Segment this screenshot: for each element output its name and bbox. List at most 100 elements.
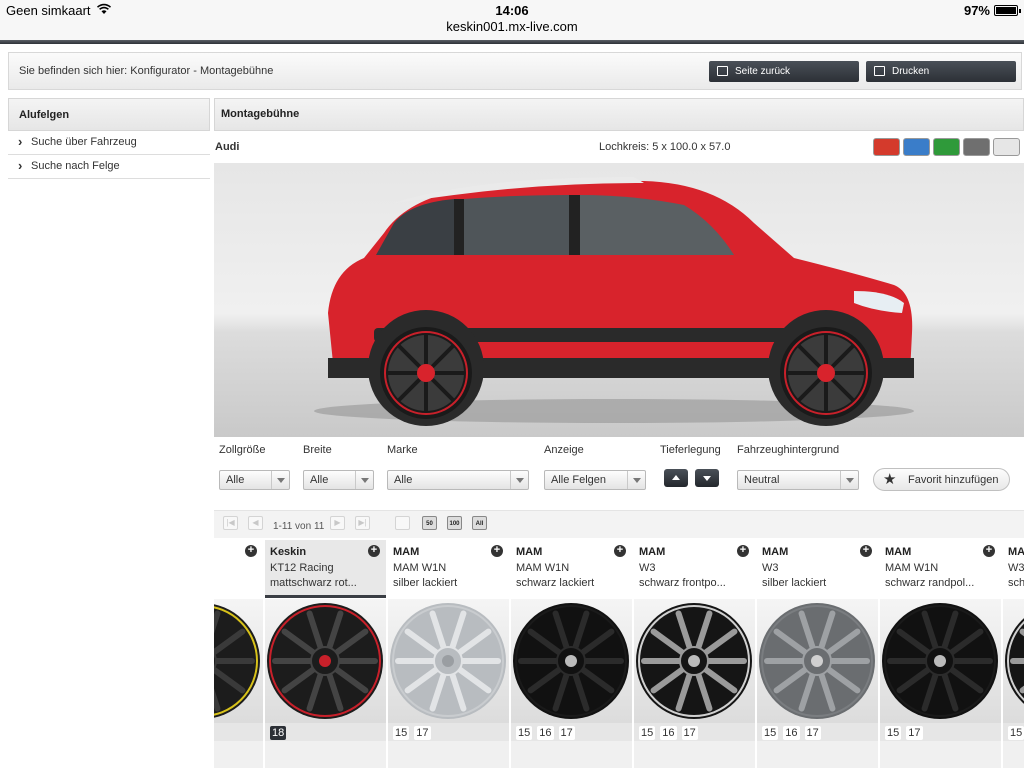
add-compare-icon[interactable]: +: [491, 545, 503, 557]
rim-card-header: MAW3sch+: [1003, 540, 1024, 598]
list-view-button[interactable]: [395, 516, 410, 530]
rim-image[interactable]: [1003, 599, 1024, 723]
add-compare-icon[interactable]: +: [368, 545, 380, 557]
rim-size-badge[interactable]: 17: [558, 726, 575, 740]
rim-card-header: MAM MAM W1N schwarz lackiert +: [511, 540, 632, 598]
hintergrund-select[interactable]: Neutral: [737, 470, 859, 490]
zollgroesse-value: Alle: [226, 474, 245, 486]
first-page-button[interactable]: |◀: [223, 516, 238, 530]
rim-image[interactable]: [880, 599, 1001, 723]
marke-value: Alle: [394, 474, 413, 486]
rim-model: MAM W1N: [516, 562, 570, 574]
rim-brand: MA: [1008, 546, 1024, 558]
filter-label-marke: Marke: [387, 444, 418, 456]
add-favorite-button[interactable]: ★ Favorit hinzufügen: [873, 468, 1010, 491]
print-button-label: Drucken: [892, 66, 930, 77]
rim-image[interactable]: [214, 599, 263, 723]
rim-card-header: MAM MAM W1N silber lackiert +: [388, 540, 509, 598]
zollgroesse-select[interactable]: Alle: [219, 470, 290, 490]
rim-finish: silber lackiert: [762, 577, 827, 589]
sidebar: Alufelgen Suche über Fahrzeug Suche nach…: [8, 98, 210, 179]
rim-size-badge[interactable]: 17: [414, 726, 431, 740]
rim-size-badge[interactable]: 16: [660, 726, 677, 740]
rim-finish: sch: [1008, 577, 1024, 589]
rim-model: W3: [639, 562, 656, 574]
rim-finish: silber lackiert: [393, 577, 458, 589]
lower-up-button[interactable]: [664, 469, 688, 487]
address-bar-url[interactable]: keskin001.mx-live.com: [0, 19, 1024, 34]
rim-image[interactable]: [388, 599, 509, 723]
chevron-down-icon: [510, 471, 528, 489]
rim-model: W3: [762, 562, 779, 574]
filter-label-tieferlegung: Tieferlegung: [660, 444, 721, 456]
rim-image[interactable]: [511, 599, 632, 723]
color-swatch-white[interactable]: [993, 138, 1020, 156]
rim-size-badge[interactable]: 17: [906, 726, 923, 740]
rim-card[interactable]: MAW3sch+ 15: [1003, 540, 1024, 768]
color-swatch-green[interactable]: [933, 138, 960, 156]
rim-card[interactable]: MAM MAM W1N schwarz randpol... +15 17: [880, 540, 1001, 768]
rim-size-badge[interactable]: 15: [393, 726, 410, 740]
rim-finish: schwarz lackiert: [516, 577, 595, 589]
rim-sizes: [214, 723, 263, 741]
rim-image[interactable]: [757, 599, 878, 723]
rim-finish: schwarz randpol...: [885, 577, 975, 589]
lower-down-button[interactable]: [695, 469, 719, 487]
rim-image[interactable]: [265, 599, 386, 723]
rim-size-badge[interactable]: 17: [804, 726, 821, 740]
rim-size-badge[interactable]: 15: [762, 726, 779, 740]
sidebar-item-vehicle-search[interactable]: Suche über Fahrzeug: [8, 130, 210, 155]
next-page-button[interactable]: ▶: [330, 516, 345, 530]
anzeige-value: Alle Felgen: [551, 474, 607, 486]
rim-card[interactable]: MAM W3 schwarz frontpo... +15 16 17: [634, 540, 755, 768]
add-compare-icon[interactable]: +: [245, 545, 257, 557]
print-button[interactable]: Drucken: [866, 61, 1016, 82]
rim-card[interactable]: MAM MAM W1N schwarz lackiert +15 16 17: [511, 540, 632, 768]
page-size-100[interactable]: 100: [447, 516, 462, 530]
rim-card-footer: [265, 741, 386, 768]
add-compare-icon[interactable]: +: [860, 545, 872, 557]
marke-select[interactable]: Alle: [387, 470, 529, 490]
rim-sizes: 15 16 17: [757, 723, 878, 741]
rim-brand: MAM: [885, 546, 912, 558]
add-compare-icon[interactable]: +: [614, 545, 626, 557]
rim-card[interactable]: MAM MAM W1N silber lackiert +15 17: [388, 540, 509, 768]
rim-card-footer: [214, 741, 263, 768]
page-size-50[interactable]: 50: [422, 516, 437, 530]
car-image: [314, 177, 914, 426]
filter-label-hintergrund: Fahrzeughintergrund: [737, 444, 840, 456]
prev-page-button[interactable]: ◀: [248, 516, 263, 530]
page-size-all[interactable]: All: [472, 516, 487, 530]
color-swatch-red[interactable]: [873, 138, 900, 156]
filter-label-anzeige: Anzeige: [544, 444, 584, 456]
rim-size-badge[interactable]: 15: [516, 726, 533, 740]
add-compare-icon[interactable]: +: [737, 545, 749, 557]
breite-select[interactable]: Alle: [303, 470, 374, 490]
rim-size-badge[interactable]: 15: [639, 726, 656, 740]
add-compare-icon[interactable]: +: [983, 545, 995, 557]
rim-card[interactable]: Keskin KT12 Racing mattschwarz rot... +18: [265, 540, 386, 768]
front-wheel: [380, 327, 472, 419]
color-swatch-blue[interactable]: [903, 138, 930, 156]
rim-size-badge[interactable]: 17: [681, 726, 698, 740]
rim-sizes: 15 16 17: [511, 723, 632, 741]
back-button[interactable]: Seite zurück: [709, 61, 859, 82]
rim-size-badge[interactable]: 15: [885, 726, 902, 740]
battery-icon: [994, 5, 1021, 16]
rim-size-badge[interactable]: 16: [783, 726, 800, 740]
rim-card[interactable]: gel...+: [214, 540, 263, 768]
rim-card-footer: [634, 741, 755, 768]
rim-sizes: 15 16 17: [634, 723, 755, 741]
rim-size-badge[interactable]: 15: [1008, 726, 1024, 740]
back-icon: [717, 66, 728, 76]
rim-size-badge[interactable]: 16: [537, 726, 554, 740]
rim-card[interactable]: MAM W3 silber lackiert +15 16 17: [757, 540, 878, 768]
last-page-button[interactable]: ▶|: [355, 516, 370, 530]
sidebar-item-rim-search[interactable]: Suche nach Felge: [8, 154, 210, 179]
chevron-down-icon: [355, 471, 373, 489]
rim-image[interactable]: [634, 599, 755, 723]
color-swatch-grey[interactable]: [963, 138, 990, 156]
rim-size-badge[interactable]: 18: [270, 726, 287, 740]
chevron-down-icon: [627, 471, 645, 489]
anzeige-select[interactable]: Alle Felgen: [544, 470, 646, 490]
